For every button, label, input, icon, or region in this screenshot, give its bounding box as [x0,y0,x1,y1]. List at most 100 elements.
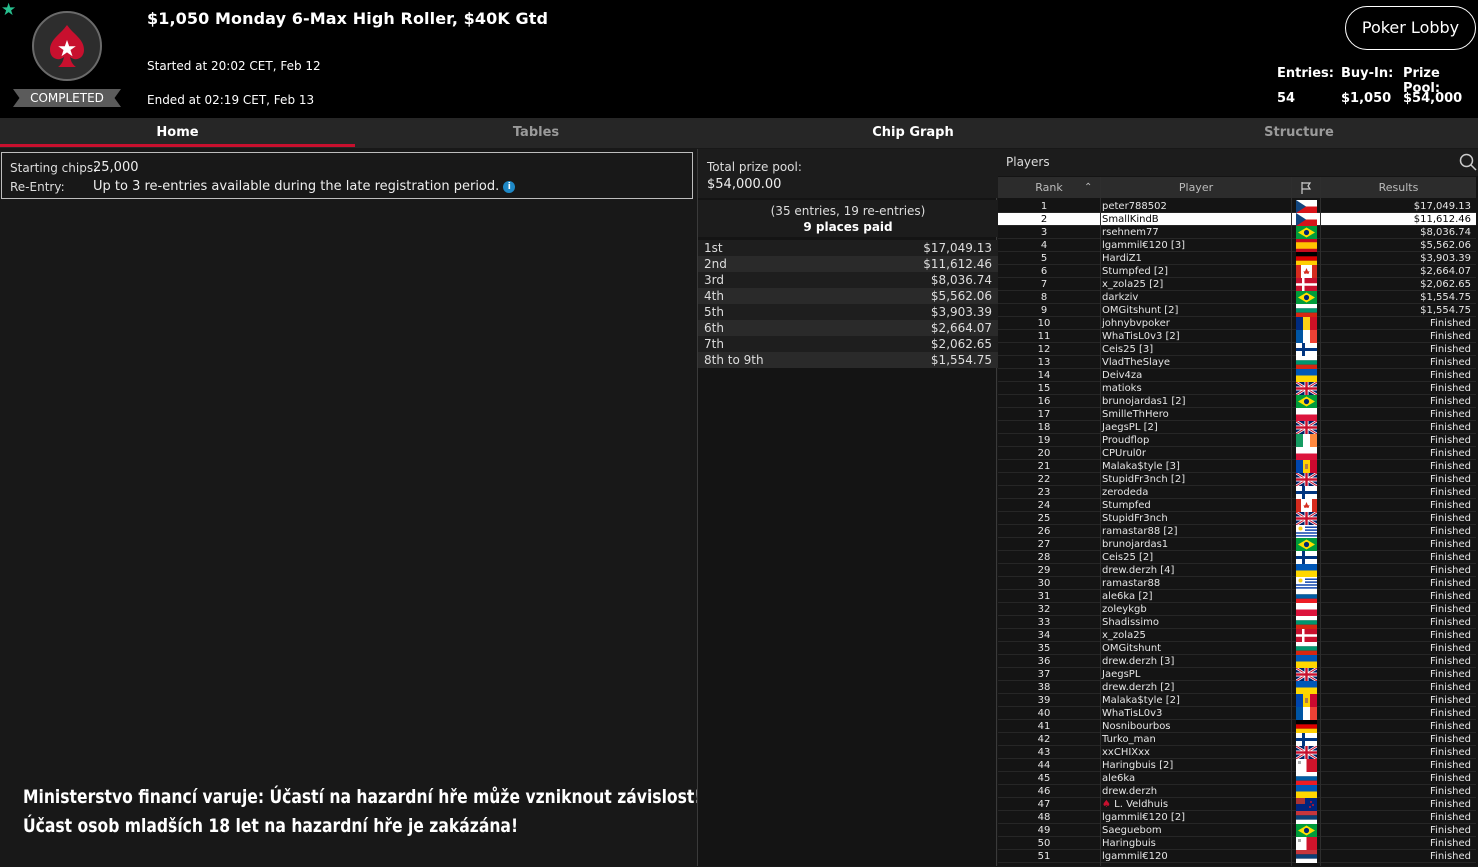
player-name-cell: darkziv [1102,291,1138,304]
player-name: drew.derzh [2] [1102,682,1175,693]
player-row[interactable]: 5 HardiZ1 $3,903.39 [998,252,1476,265]
tab-tables[interactable]: Tables [355,118,717,148]
player-row[interactable]: 40 WhaTisL0v3 Finished [998,707,1476,720]
player-row[interactable]: 13 VladTheSlaye Finished [998,356,1476,369]
player-row[interactable]: 6 Stumpfed [2] $2,664.07 [998,265,1476,278]
player-row[interactable]: 31 ale6ka [2] Finished [998,590,1476,603]
player-row[interactable]: 25 StupidFr3nch Finished [998,510,1476,527]
tab-bar: Home Tables Chip Graph Structure [0,118,1478,148]
country-flag-icon [1295,666,1318,683]
player-row[interactable]: 28 Ceis25 [2] Finished [998,551,1476,564]
player-result: Finished [1430,825,1471,836]
active-tab-indicator [0,144,355,147]
player-row[interactable]: 47 ♠ L. Veldhuis Finished [998,798,1476,811]
player-rank: 34 [1037,630,1051,641]
player-row[interactable]: 22 StupidFr3nch [2] Finished [998,471,1476,488]
tab-structure[interactable]: Structure [1109,118,1478,148]
player-name: Deiv4za [1102,370,1143,381]
player-row[interactable]: 36 drew.derzh [3] Finished [998,655,1476,668]
player-row[interactable]: 18 JaegsPL [2] Finished [998,419,1476,436]
player-row[interactable]: 48 lgammil€120 [2] Finished [998,811,1476,824]
player-row[interactable]: 8 darkziv $1,554.75 [998,291,1476,304]
player-row[interactable]: 12 Ceis25 [3] Finished [998,343,1476,356]
player-name: peter788502 [1102,201,1167,212]
player-name-cell: HardiZ1 [1102,252,1142,265]
player-row[interactable]: 17 SmilleThHero Finished [998,408,1476,421]
player-row[interactable]: 16 brunojardas1 [2] Finished [998,395,1476,408]
player-name-cell: lgammil€120 [2] [1102,811,1185,824]
payout-place: 2nd [704,257,727,271]
player-row[interactable]: 1 peter788502 $17,049.13 [998,200,1476,213]
player-name-cell: lgammil€120 [1102,850,1168,863]
player-row[interactable]: 24 Stumpfed Finished [998,499,1476,512]
player-row[interactable]: 45 ale6ka Finished [998,772,1476,785]
player-rank: 1 [1040,201,1048,212]
player-rank: 39 [1037,695,1051,706]
player-result: Finished [1430,344,1471,355]
player-row[interactable]: 14 Deiv4za Finished [998,369,1476,382]
player-row[interactable]: 26 ramastar88 [2] Finished [998,525,1476,538]
payout-amount: $17,049.13 [923,241,992,255]
player-row[interactable]: 20 CPUrul0r Finished [998,447,1476,460]
rank-column-header[interactable]: Rank ⌃ [998,177,1100,198]
player-row[interactable]: 51 lgammil€120 Finished [998,850,1476,863]
player-name-cell: JaegsPL [2] [1102,421,1158,434]
player-row[interactable]: 23 zerodeda Finished [998,486,1476,499]
player-row[interactable]: 34 x_zola25 Finished [998,629,1476,642]
player-row[interactable]: 15 matioks Finished [998,380,1476,397]
player-name-cell: Stumpfed [1102,499,1151,512]
rank-header-label: Rank [1035,181,1063,194]
results-column-header[interactable]: Results [1321,177,1476,198]
player-row[interactable]: 2 SmallKindB $11,612.46 [998,213,1476,226]
player-rank: 36 [1037,656,1051,667]
player-row[interactable]: 11 WhaTisL0v3 [2] Finished [998,330,1476,343]
player-name-cell: Haringbuis [2] [1102,759,1173,772]
country-flag-icon [1296,330,1317,343]
entries-value: 54 [1277,91,1296,106]
player-row[interactable]: 42 Turko_man Finished [998,733,1476,746]
player-name-cell: Shadissimo [1102,616,1159,629]
player-rank: 32 [1037,604,1051,615]
starting-chips-value: 25,000 [93,160,139,175]
player-row[interactable]: 19 Proudflop Finished [998,434,1476,447]
player-row[interactable]: 37 JaegsPL Finished [998,666,1476,683]
player-row[interactable]: 3 rsehnem77 $8,036.74 [998,226,1476,239]
player-result: Finished [1430,786,1471,797]
player-rank: 29 [1037,565,1051,576]
player-rank: 28 [1037,552,1051,563]
tab-chip-graph[interactable]: Chip Graph [717,118,1109,148]
player-row[interactable]: 44 Haringbuis [2] Finished [998,759,1476,772]
player-row[interactable]: 39 Malaka$tyle [2] Finished [998,694,1476,707]
player-row[interactable]: 38 drew.derzh [2] Finished [998,681,1476,694]
payout-amount: $2,664.07 [930,321,992,335]
player-row[interactable]: 50 Haringbuis Finished [998,837,1476,850]
entries-label: Entries: [1277,66,1334,81]
player-row[interactable]: 27 brunojardas1 Finished [998,538,1476,551]
player-row[interactable]: 41 Nosnibourbos Finished [998,720,1476,733]
search-icon[interactable] [1459,153,1477,171]
player-row[interactable]: 33 Shadissimo Finished [998,616,1476,629]
player-rank: 17 [1037,409,1051,420]
player-row[interactable]: 7 x_zola25 [2] $2,062.65 [998,278,1476,291]
player-row[interactable]: 46 drew.derzh Finished [998,785,1476,798]
player-column-header[interactable]: Player [1101,177,1291,198]
player-result: Finished [1430,435,1471,446]
player-rank: 10 [1037,318,1051,329]
player-row[interactable]: 43 xxCHIXxx Finished [998,744,1476,761]
player-row[interactable]: 49 Saeguebom Finished [998,824,1476,837]
player-row[interactable]: 10 johnybvpoker Finished [998,317,1476,330]
info-icon[interactable]: i [503,181,516,193]
player-row[interactable]: 9 OMGitshunt [2] $1,554.75 [998,304,1476,317]
player-rank: 25 [1037,513,1051,524]
player-row[interactable]: 29 drew.derzh [4] Finished [998,564,1476,577]
player-row[interactable]: 30 ramastar88 Finished [998,577,1476,590]
favorite-star-icon[interactable]: ★ [1,2,16,19]
poker-lobby-button[interactable]: Poker Lobby [1345,6,1476,50]
player-row[interactable]: 35 OMGitshunt Finished [998,642,1476,655]
player-row[interactable]: 32 zoleykgb Finished [998,603,1476,616]
player-row[interactable]: 4 lgammil€120 [3] $5,562.06 [998,239,1476,252]
country-column-header[interactable] [1292,177,1320,198]
player-row[interactable]: 21 Malaka$tyle [3] Finished [998,460,1476,473]
player-name-cell: WhaTisL0v3 [2] [1102,330,1180,343]
country-flag-icon [1296,304,1317,317]
